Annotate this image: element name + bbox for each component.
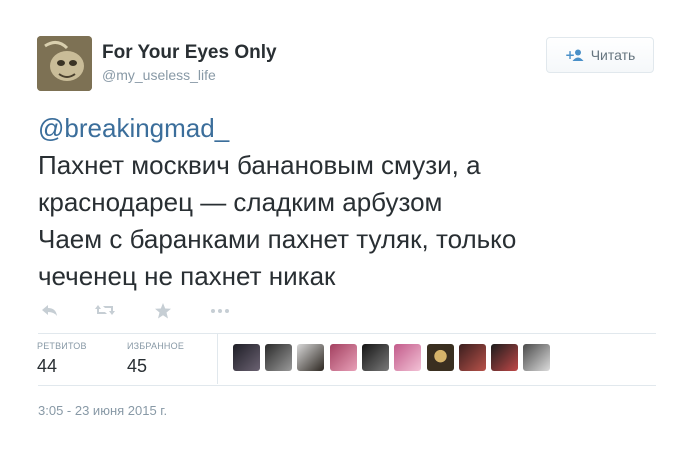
tweet-mention-line: @breakingmad_ [38, 110, 678, 147]
favorites-count[interactable]: 45 [127, 356, 147, 377]
tweet-line: краснодарец — сладким арбузом [38, 187, 443, 217]
tweet-text: @breakingmad_ Пахнет москвич банановым с… [38, 110, 678, 295]
mention-name: breakingmad_ [64, 113, 230, 143]
follow-button-label: Читать [590, 47, 636, 63]
stats-top-divider [38, 333, 656, 334]
favorited-user-avatar[interactable] [491, 344, 518, 371]
retweets-count[interactable]: 44 [37, 356, 57, 377]
favorited-user-avatar[interactable] [265, 344, 292, 371]
tweet-timestamp[interactable]: 3:05 - 23 июня 2015 г. [38, 403, 167, 418]
star-icon[interactable] [154, 302, 176, 320]
follow-user-icon: + [565, 48, 585, 62]
favorited-user-avatar[interactable] [297, 344, 324, 371]
mention-link[interactable]: @breakingmad_ [38, 113, 229, 143]
favorited-user-avatar[interactable] [459, 344, 486, 371]
favorited-user-avatar[interactable] [394, 344, 421, 371]
follow-button[interactable]: + Читать [546, 37, 654, 73]
stats-bottom-divider [38, 385, 656, 386]
reply-icon[interactable] [40, 302, 62, 320]
favorited-user-avatar[interactable] [362, 344, 389, 371]
favorited-user-avatar[interactable] [523, 344, 550, 371]
tweet-line: чеченец не пахнет никак [38, 261, 336, 291]
tweet-card: For Your Eyes Only @my_useless_life + Чи… [0, 0, 700, 455]
mention-at: @ [38, 113, 65, 143]
author-fullname[interactable]: For Your Eyes Only [102, 42, 277, 64]
favorites-label[interactable]: ИЗБРАННОЕ [127, 341, 184, 351]
retweet-icon[interactable] [94, 302, 116, 320]
author-username[interactable]: @my_useless_life [102, 67, 216, 83]
tweet-line: Чаем с баранками пахнет туляк, только [38, 224, 517, 254]
author-avatar[interactable] [37, 36, 92, 91]
stats-divider [217, 334, 218, 384]
more-icon[interactable] [209, 302, 231, 320]
retweets-label[interactable]: РЕТВИТОВ [37, 341, 87, 351]
user-avatar-icon [37, 36, 92, 91]
favorited-user-avatar[interactable] [427, 344, 454, 371]
tweet-line: Пахнет москвич банановым смузи, а [38, 150, 481, 180]
favorited-user-avatar[interactable] [330, 344, 357, 371]
favorited-user-avatar[interactable] [233, 344, 260, 371]
